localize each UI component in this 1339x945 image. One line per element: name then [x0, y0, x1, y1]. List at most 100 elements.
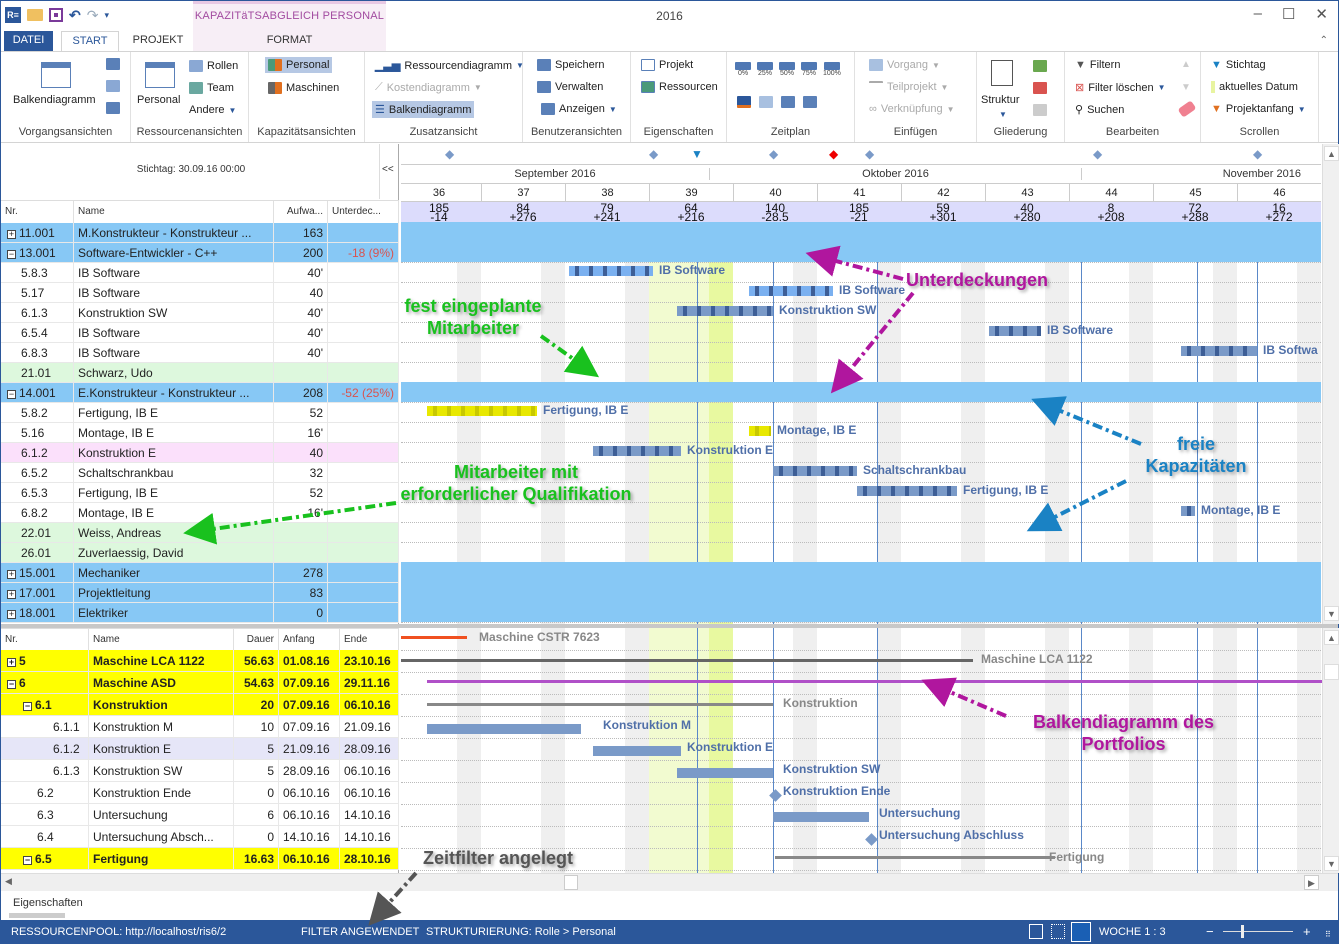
milestone-icon[interactable]: ◆ [1253, 147, 1262, 161]
capacity-cell[interactable] [733, 583, 817, 592]
milestone-icon[interactable]: ◆ [1093, 147, 1102, 161]
column-header-nr[interactable]: Nr. [1, 629, 89, 651]
table-row[interactable]: 6.1.2 Konstruktion E 5 21.09.16 28.09.16 [1, 738, 399, 760]
expand-icon[interactable]: + [7, 570, 16, 579]
capacity-cell[interactable] [901, 383, 985, 392]
zoom-level-label[interactable]: WOCHE 1 : 3 [1099, 926, 1166, 938]
capacity-view-icon[interactable] [1071, 922, 1091, 942]
expand-icon[interactable]: + [7, 658, 16, 667]
speichern-button[interactable]: Speichern [537, 59, 605, 71]
capacity-cell[interactable]: 8 +208 [1069, 202, 1153, 223]
scroll-thumb[interactable] [1324, 664, 1339, 680]
balkendiagramm-button[interactable]: Balkendiagramm [13, 94, 96, 106]
capacity-cell[interactable]: 84 +276 [481, 202, 565, 223]
collapse-ribbon-icon[interactable]: ⌃ [1320, 35, 1328, 46]
teilprojekt-dropdown[interactable]: Teilprojekt ▼ [869, 81, 948, 93]
capacity-cell[interactable]: 40 +280 [985, 202, 1069, 223]
aktuelles-datum-button[interactable]: aktuelles Datum [1211, 81, 1298, 93]
capacity-cell[interactable] [1237, 383, 1321, 392]
capacity-cell[interactable] [1153, 223, 1237, 232]
capacity-cell[interactable] [733, 563, 817, 572]
capacity-cell[interactable] [649, 603, 733, 612]
scroll-thumb[interactable] [564, 875, 578, 890]
capacity-cell[interactable] [985, 223, 1069, 232]
table-row[interactable]: 5.16 Montage, IB E 16' [1, 423, 399, 443]
capacity-bar[interactable] [569, 266, 653, 276]
capacity-cell[interactable] [649, 383, 733, 392]
expand-icon[interactable]: + [7, 610, 16, 619]
stichtag-button[interactable]: ▼ Stichtag [1211, 59, 1266, 71]
table-row[interactable]: 6.5.2 Schaltschrankbau 32 [1, 463, 399, 483]
capacity-cell[interactable]: 79 +241 [565, 202, 649, 223]
capacity-cell[interactable]: 16 +272 [1237, 202, 1321, 223]
column-header-dauer[interactable]: Dauer [234, 629, 279, 651]
capacity-cell[interactable]: 140 -28.5 [733, 202, 817, 223]
capacity-cell[interactable] [985, 603, 1069, 612]
capacity-cell[interactable] [649, 583, 733, 592]
table-row[interactable]: 21.01 Schwarz, Udo [1, 363, 399, 383]
table-row[interactable]: 6.1.2 Konstruktion E 40 [1, 443, 399, 463]
projektanfang-dropdown[interactable]: ▼ Projektanfang ▼ [1211, 103, 1306, 115]
capacity-bar[interactable] [593, 446, 681, 456]
capacity-cell[interactable] [817, 563, 901, 572]
task-bar[interactable] [773, 812, 869, 822]
capacity-cell[interactable] [401, 603, 481, 612]
progress-2-button[interactable]: 50% [779, 62, 795, 77]
capacity-cell[interactable]: 59 +301 [901, 202, 985, 223]
capacity-bar[interactable] [857, 486, 957, 496]
capacity-cell[interactable] [481, 243, 565, 252]
table-row[interactable]: −13.001 Software-Entwickler - C++ 200 -18 (… [1, 243, 399, 263]
capacity-cell[interactable] [401, 383, 481, 392]
column-header-anfang[interactable]: Anfang [279, 629, 340, 651]
table-row[interactable]: −14.001 E.Konstrukteur - Konstrukteur ...… [1, 383, 399, 403]
capacity-cell[interactable] [565, 223, 649, 232]
tab-format[interactable]: FORMAT [193, 31, 386, 51]
close-icon[interactable]: ✕ [1315, 5, 1328, 23]
collapse-icon[interactable]: − [23, 702, 32, 711]
outdent-icon[interactable] [1033, 82, 1047, 94]
ressourcen-properties-button[interactable]: Ressourcen [641, 81, 718, 93]
capacity-cell[interactable] [985, 243, 1069, 252]
capacity-cell[interactable] [901, 603, 985, 612]
capacity-cell[interactable] [565, 243, 649, 252]
progress-0-button[interactable]: 0% [735, 62, 751, 77]
capacity-cell[interactable] [1069, 223, 1153, 232]
capacity-cell[interactable] [1069, 603, 1153, 612]
ressourcendiagramm-dropdown[interactable]: ▁▃▅ Ressourcendiagramm ▼ [375, 59, 524, 73]
capacity-cell[interactable] [985, 563, 1069, 572]
table-row[interactable]: 5.8.2 Fertigung, IB E 52 [1, 403, 399, 423]
expand-icon[interactable]: + [7, 230, 16, 239]
andere-dropdown[interactable]: Andere ▼ [189, 104, 236, 116]
move-icon[interactable] [1033, 104, 1047, 116]
table-row[interactable]: 6.1.1 Konstruktion M 10 07.09.16 21.09.16 [1, 716, 399, 738]
capacity-cell[interactable] [1237, 563, 1321, 572]
capacity-cell[interactable] [401, 223, 481, 232]
capacity-cell[interactable] [1069, 383, 1153, 392]
capacity-cell[interactable] [649, 243, 733, 252]
gantt-view-icon[interactable] [1029, 924, 1043, 939]
rollen-button[interactable]: Rollen [189, 60, 238, 72]
capacity-cell[interactable] [901, 563, 985, 572]
scroll-up-icon[interactable]: ▲ [1324, 146, 1339, 161]
capacity-cell[interactable] [481, 603, 565, 612]
capacity-cell[interactable] [481, 223, 565, 232]
milestone-icon[interactable]: ◆ [865, 147, 874, 161]
task-form-icon[interactable] [106, 80, 120, 92]
table-row[interactable]: 6.8.3 IB Software 40' [1, 343, 399, 363]
task-table-icon[interactable] [106, 102, 120, 114]
capacity-cell[interactable] [1069, 563, 1153, 572]
zoom-out-button[interactable]: − [1206, 924, 1214, 939]
milestone-icon[interactable]: ◆ [445, 147, 454, 161]
milestone-icon[interactable] [865, 833, 878, 846]
table-row[interactable]: +17.001 Projektleitung 83 [1, 583, 399, 603]
vertical-scrollbar[interactable]: ▲ ▼ [1322, 628, 1339, 873]
personal-button[interactable]: Personal [137, 94, 180, 106]
table-row[interactable]: −6 Maschine ASD 54.63 07.09.16 29.11.16 [1, 672, 399, 694]
capacity-cell[interactable] [817, 583, 901, 592]
zoom-in-button[interactable]: + [1303, 924, 1311, 939]
capacity-cell[interactable]: 185 -14 [401, 202, 481, 223]
progress-4-button[interactable]: 100% [823, 62, 841, 77]
verwalten-button[interactable]: Verwalten [537, 81, 603, 93]
table-row[interactable]: 5.8.3 IB Software 40' [1, 263, 399, 283]
column-header-unterdeckung[interactable]: Unterdec... [328, 201, 399, 223]
